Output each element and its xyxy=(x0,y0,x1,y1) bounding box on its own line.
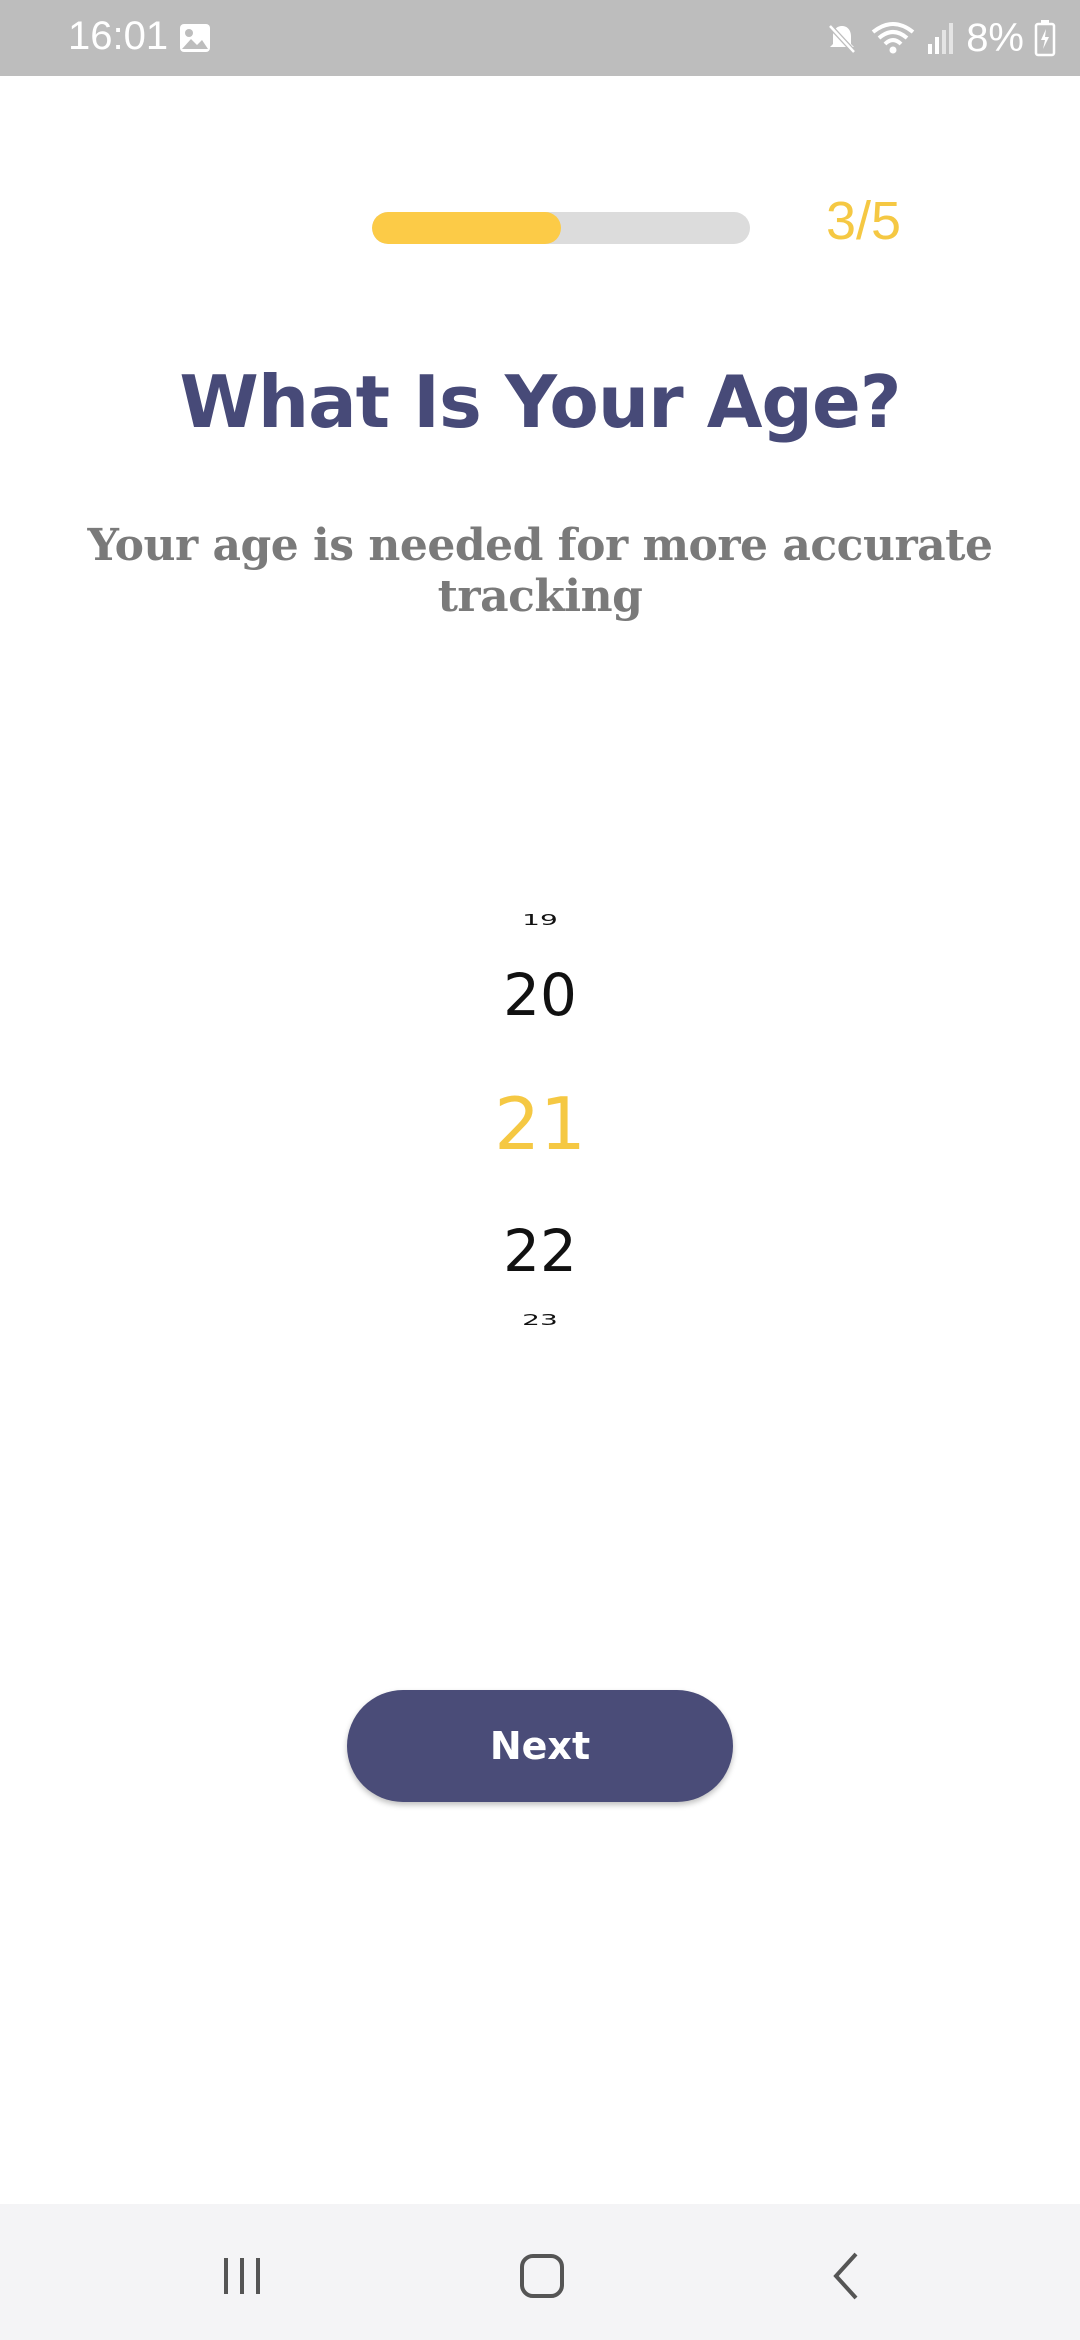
battery-icon xyxy=(1034,20,1056,57)
signal-icon xyxy=(928,23,954,54)
mute-icon xyxy=(828,24,857,54)
gallery-icon xyxy=(180,24,210,52)
navigation-bar xyxy=(0,2204,1080,2340)
step-counter: 3/5 xyxy=(826,191,902,251)
wifi-icon xyxy=(871,22,915,54)
age-option[interactable]: 20 xyxy=(0,966,1080,1024)
progress-fill xyxy=(372,212,561,244)
status-icons: 8% xyxy=(824,14,1056,62)
status-time: 16:01 xyxy=(68,14,169,58)
recent-apps-icon[interactable] xyxy=(212,2246,272,2306)
home-icon[interactable] xyxy=(512,2246,572,2306)
age-option-selected[interactable]: 21 xyxy=(0,1088,1080,1160)
back-icon[interactable] xyxy=(818,2246,878,2306)
progress-bar xyxy=(372,212,750,244)
next-button[interactable]: Next xyxy=(347,1690,733,1802)
page-title: What Is Your Age? xyxy=(179,360,901,444)
status-bar: 16:01 8% xyxy=(0,0,1080,76)
age-option[interactable]: 23 xyxy=(0,1312,1080,1327)
battery-percent: 8% xyxy=(966,15,1024,60)
subtitle: Your age is needed for more accurate tra… xyxy=(87,520,993,622)
age-option[interactable]: 22 xyxy=(0,1222,1080,1280)
age-option[interactable]: 19 xyxy=(0,912,1080,927)
